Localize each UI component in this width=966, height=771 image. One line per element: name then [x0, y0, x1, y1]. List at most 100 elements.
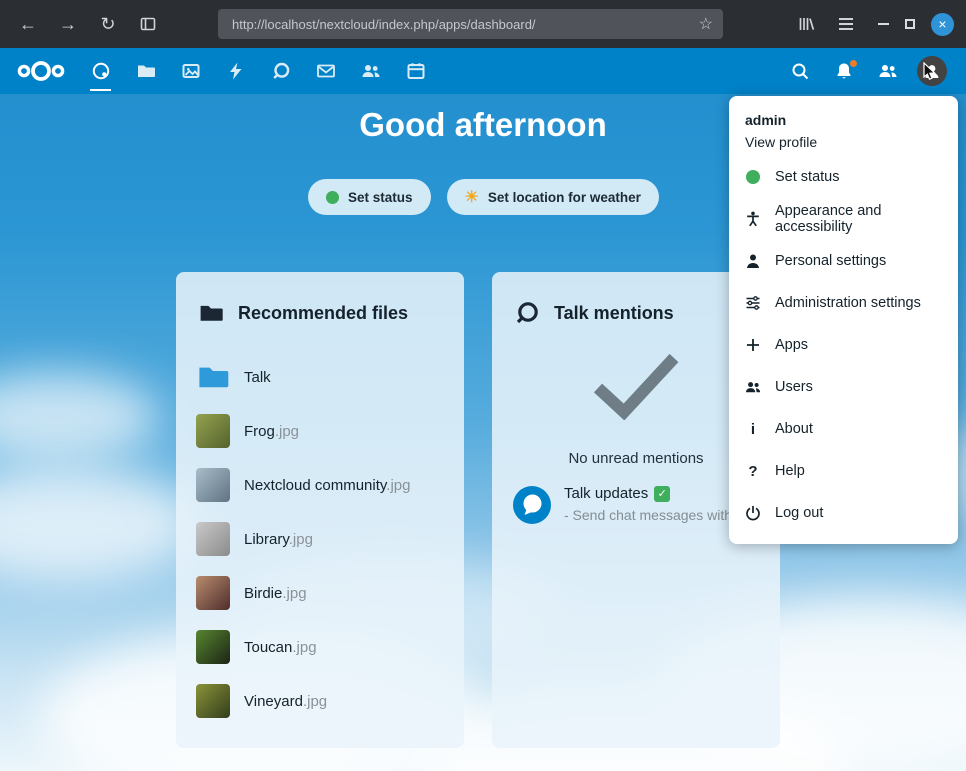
talk-logo-icon [514, 300, 540, 326]
close-icon: × [938, 16, 946, 32]
file-row[interactable]: Nextcloud community.jpg [196, 458, 444, 512]
minimize-button[interactable] [878, 23, 889, 25]
tune-icon [745, 295, 761, 311]
menu-item-users[interactable]: Users [729, 366, 958, 408]
window-controls: × [878, 13, 954, 36]
calendar-icon [406, 61, 426, 81]
image-thumbnail [196, 522, 230, 556]
forward-button[interactable]: → [50, 6, 86, 42]
mail-icon [316, 61, 336, 81]
reload-button[interactable]: ↻ [90, 6, 126, 42]
url-bar[interactable]: http://localhost/nextcloud/index.php/app… [218, 9, 723, 39]
notification-dot [850, 60, 857, 67]
app-icon-activity[interactable] [213, 48, 258, 94]
image-thumbnail [196, 630, 230, 664]
file-name: Birdie.jpg [244, 585, 307, 602]
blue-folder-icon [196, 360, 230, 394]
user-menu-header: admin View profile [729, 100, 958, 156]
url-text: http://localhost/nextcloud/index.php/app… [232, 17, 699, 32]
users-icon [745, 379, 761, 395]
set-weather-location-button[interactable]: ☀ Set location for weather [447, 179, 659, 215]
nextcloud-logo[interactable] [16, 57, 66, 85]
file-row[interactable]: Toucan.jpg [196, 620, 444, 674]
bookmark-star-icon[interactable]: ☆ [699, 14, 713, 34]
browser-toolbar: ← → ↻ http://localhost/nextcloud/index.p… [0, 0, 966, 48]
help-icon: ? [745, 463, 761, 479]
mouse-cursor [920, 62, 938, 82]
cloud-shape [0, 372, 160, 462]
file-row[interactable]: Birdie.jpg [196, 566, 444, 620]
menu-item-personal-settings[interactable]: Personal settings [729, 240, 958, 282]
search-icon [790, 61, 810, 81]
app-icon-contacts[interactable] [348, 48, 393, 94]
status-actions: Set status ☀ Set location for weather [308, 179, 659, 215]
search-button[interactable] [778, 48, 822, 94]
app-icon-calendar[interactable] [393, 48, 438, 94]
file-row[interactable]: Vineyard.jpg [196, 674, 444, 728]
file-name: Vineyard.jpg [244, 693, 327, 710]
status-dot-icon [326, 191, 339, 204]
contacts-menu-button[interactable] [866, 48, 910, 94]
close-button[interactable]: × [931, 13, 954, 36]
menu-item-apps[interactable]: Apps [729, 324, 958, 366]
recommended-files-panel: Recommended files Talk Frog.jpg Nextclou… [176, 272, 464, 748]
panel-header: Talk mentions [514, 300, 760, 326]
reload-icon: ↻ [100, 14, 115, 35]
app-icon-dashboard[interactable] [78, 48, 123, 94]
image-thumbnail [196, 414, 230, 448]
library-button[interactable] [788, 6, 824, 42]
view-profile-link[interactable]: View profile [745, 134, 942, 150]
status-circle-icon [745, 169, 761, 185]
photos-icon [181, 61, 201, 81]
folder-icon [136, 61, 156, 81]
image-thumbnail [196, 684, 230, 718]
file-row[interactable]: Library.jpg [196, 512, 444, 566]
image-thumbnail [196, 576, 230, 610]
menu-item-set-status[interactable]: Set status [729, 156, 958, 198]
panel-title: Talk mentions [554, 303, 674, 324]
menu-button[interactable] [828, 6, 864, 42]
set-status-label: Set status [348, 190, 413, 205]
app-icon-talk[interactable] [258, 48, 303, 94]
file-row[interactable]: Frog.jpg [196, 404, 444, 458]
window-panel-icon [140, 16, 156, 32]
dashboard-icon [91, 61, 111, 81]
app-icon-files[interactable] [123, 48, 168, 94]
menu-item-administration-settings[interactable]: Administration settings [729, 282, 958, 324]
menu-item-about[interactable]: i About [729, 408, 958, 450]
people-icon [878, 61, 898, 81]
app-icon-mail[interactable] [303, 48, 348, 94]
nextcloud-header [0, 48, 966, 94]
notifications-button[interactable] [822, 48, 866, 94]
file-name: Talk [244, 369, 271, 386]
maximize-button[interactable] [905, 19, 915, 29]
app-icon-photos[interactable] [168, 48, 213, 94]
window-panel-button[interactable] [130, 6, 166, 42]
checkmark-icon [590, 352, 682, 420]
talk-updates-item[interactable]: Talk updates ✓ - Send chat messages with… [512, 485, 760, 525]
folder-icon [198, 300, 224, 326]
lightning-icon [226, 61, 246, 81]
sun-icon: ☀ [465, 187, 479, 207]
back-button[interactable]: ← [10, 6, 46, 42]
menu-item-help[interactable]: ? Help [729, 450, 958, 492]
weather-label: Set location for weather [488, 190, 641, 205]
accessibility-icon [745, 211, 761, 227]
person-icon [745, 253, 761, 269]
menu-item-log-out[interactable]: Log out [729, 492, 958, 534]
hamburger-icon [839, 18, 853, 30]
menu-item-appearance[interactable]: Appearance and accessibility [729, 198, 958, 240]
file-name: Frog.jpg [244, 423, 299, 440]
check-badge-icon: ✓ [654, 486, 670, 502]
active-app-indicator [90, 89, 111, 91]
file-row[interactable]: Talk [196, 350, 444, 404]
library-icon [798, 16, 815, 32]
panel-header: Recommended files [198, 300, 444, 326]
contacts-icon [361, 61, 381, 81]
panel-title: Recommended files [238, 303, 408, 324]
set-status-button[interactable]: Set status [308, 179, 431, 215]
cloud-shape [0, 466, 200, 581]
empty-mentions-message: No unread mentions [512, 450, 760, 467]
talk-updates-avatar [512, 485, 552, 525]
forward-icon: → [59, 14, 77, 35]
